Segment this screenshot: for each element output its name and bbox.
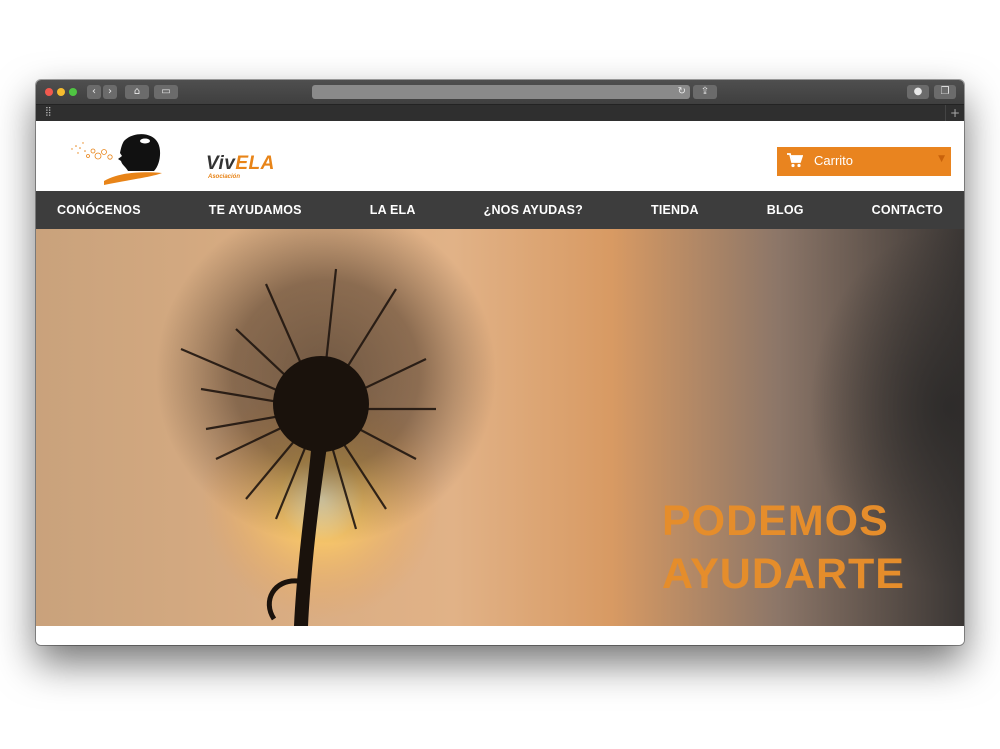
- hero-headline-line2: AYUDARTE: [662, 550, 905, 598]
- cart-label: Carrito: [814, 153, 854, 168]
- nav-item-te-ayudamos[interactable]: TE AYUDAMOS: [209, 203, 302, 217]
- nav-item-tienda[interactable]: TIENDA: [651, 203, 699, 217]
- home-icon[interactable]: ⌂: [125, 85, 149, 99]
- logo-subtitle: Asociación: [208, 174, 241, 180]
- nav-item-conocenos[interactable]: CONÓCENOS: [57, 203, 141, 217]
- browser-titlebar: ‹ › ⌂ ▭ ↻ ⇪ ● ❐: [36, 80, 964, 104]
- browser-tabbar: ⣿ +: [36, 104, 964, 122]
- site-logo[interactable]: VivELA Asociación: [66, 129, 274, 189]
- nav-item-blog[interactable]: BLOG: [767, 203, 804, 217]
- minimize-window-button[interactable]: [57, 88, 65, 96]
- nav-item-nos-ayudas[interactable]: ¿NOS AYUDAS?: [484, 203, 583, 217]
- close-window-button[interactable]: [45, 88, 53, 96]
- cart-button[interactable]: Carrito ▼: [777, 147, 951, 176]
- tabs-icon[interactable]: ❐: [934, 85, 956, 99]
- hero-banner: PODEMOS AYUDARTE: [36, 229, 964, 626]
- nav-item-la-ela[interactable]: LA ELA: [370, 203, 416, 217]
- chevron-left-icon[interactable]: ‹: [87, 85, 101, 99]
- hero-headline: PODEMOS AYUDARTE: [662, 495, 905, 601]
- sidebar-icon[interactable]: ▭: [154, 85, 178, 99]
- page-bottom-strip: [36, 626, 964, 645]
- download-icon[interactable]: ●: [907, 85, 929, 99]
- grid-icon[interactable]: ⣿: [45, 107, 52, 117]
- hero-headline-line1: PODEMOS: [662, 497, 889, 545]
- chevron-right-icon[interactable]: ›: [103, 85, 117, 99]
- logo-mark-icon: [71, 134, 162, 185]
- main-nav: CONÓCENOS TE AYUDAMOS LA ELA ¿NOS AYUDAS…: [36, 191, 964, 229]
- plus-icon[interactable]: +: [945, 105, 964, 122]
- logo-text: VivELA: [206, 153, 275, 175]
- address-bar[interactable]: ↻: [312, 85, 690, 99]
- logo-text-ela: ELA: [235, 153, 275, 174]
- browser-window: ‹ › ⌂ ▭ ↻ ⇪ ● ❐ ⣿ + VivELA Asociación Ca…: [36, 80, 964, 645]
- nav-item-contacto[interactable]: CONTACTO: [872, 203, 943, 217]
- caret-down-icon[interactable]: ▼: [938, 154, 945, 164]
- logo-text-viv: Viv: [206, 153, 236, 174]
- zoom-window-button[interactable]: [69, 88, 77, 96]
- share-icon[interactable]: ⇪: [693, 85, 717, 99]
- reload-icon[interactable]: ↻: [678, 85, 686, 99]
- site-header: VivELA Asociación Carrito ▼: [36, 121, 964, 191]
- cart-icon: [787, 153, 803, 168]
